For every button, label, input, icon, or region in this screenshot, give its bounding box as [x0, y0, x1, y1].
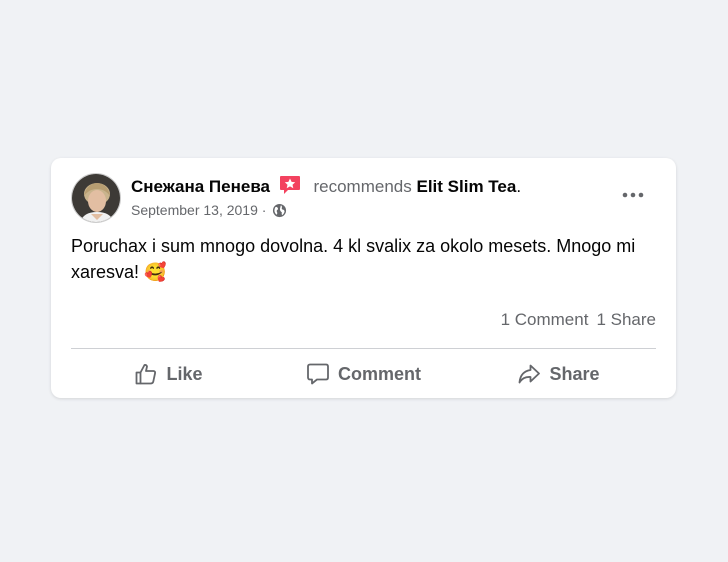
thumbs-up-icon [136, 364, 157, 385]
comment-bubble-icon [307, 363, 329, 385]
post-header: Снежана Пенева recommends Elit Slim Tea. [131, 175, 521, 201]
more-dots-icon [622, 192, 644, 198]
action-bar: Like Comment Share [71, 356, 656, 392]
more-options-button[interactable] [617, 183, 649, 207]
comment-label: Comment [337, 363, 421, 384]
post-meta: September 13, 2019 · [131, 201, 287, 222]
like-button[interactable]: Like [71, 356, 266, 392]
post-card: Снежана Пенева recommends Elit Slim Tea.… [51, 158, 676, 398]
header-period: . [516, 177, 522, 196]
divider [71, 348, 656, 349]
post-text: Poruchax i sum mnogo dovolna. 4 kl svali… [71, 233, 661, 285]
comments-count[interactable]: 1 Comment [501, 310, 589, 329]
engagement-stats: 1 Comment 1 Share [501, 310, 656, 330]
shares-count[interactable]: 1 Share [596, 310, 656, 329]
share-label: Share [549, 363, 600, 384]
like-label: Like [166, 363, 203, 384]
avatar-image [72, 174, 120, 222]
recommend-star-icon [279, 175, 301, 201]
author-name[interactable]: Снежана Пенева [131, 177, 270, 196]
meta-separator: · [261, 202, 267, 218]
post-date[interactable]: September 13, 2019 [131, 202, 258, 218]
share-arrow-icon [519, 364, 541, 384]
page-link[interactable]: Elit Slim Tea [416, 177, 516, 196]
globe-icon [272, 203, 287, 222]
share-button[interactable]: Share [461, 356, 656, 392]
recommends-label: recommends [313, 177, 412, 196]
avatar[interactable] [71, 173, 121, 223]
comment-button[interactable]: Comment [266, 356, 461, 392]
smiling-hearts-emoji: 🥰 [144, 262, 167, 282]
